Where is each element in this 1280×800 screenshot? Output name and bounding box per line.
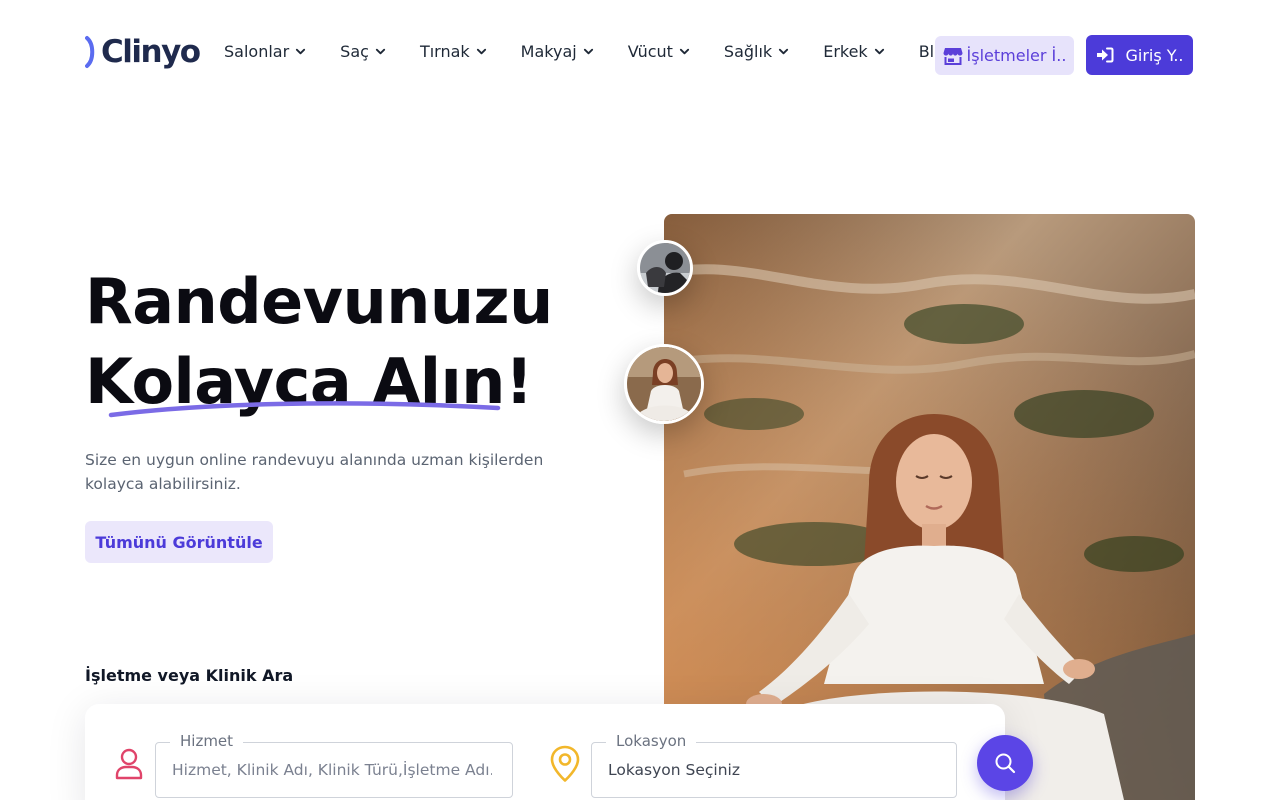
hero-description: Size en uygun online randevuyu alanında … — [85, 451, 544, 493]
chevron-down-icon — [296, 48, 306, 55]
login-button[interactable]: Giriş Y.. — [1086, 35, 1193, 75]
chevron-down-icon — [874, 48, 884, 55]
user-icon — [115, 748, 143, 780]
site-header: Clinyo Salonlar Saç Tırnak Makyaj Vücut … — [0, 0, 1280, 110]
chevron-down-icon — [779, 48, 789, 55]
nav-item-sac[interactable]: Saç — [340, 42, 386, 61]
nav-item-makyaj[interactable]: Makyaj — [521, 42, 594, 61]
location-input[interactable] — [608, 761, 928, 779]
nav-item-label: Vücut — [627, 42, 673, 61]
nav-item-saglik[interactable]: Sağlık — [724, 42, 789, 61]
nav-item-vucut[interactable]: Vücut — [628, 42, 690, 61]
sign-in-icon — [1096, 47, 1113, 63]
nav-item-label: Erkek — [823, 42, 868, 61]
avatar-small-image — [640, 243, 690, 293]
service-input[interactable] — [172, 761, 492, 779]
chevron-down-icon — [476, 48, 486, 55]
service-field-label: Hizmet — [170, 732, 244, 750]
logo-text: Clinyo — [101, 34, 201, 70]
view-all-button[interactable]: Tümünü Görüntüle — [85, 521, 273, 563]
avatar-large — [624, 344, 704, 424]
nav-item-erkek[interactable]: Erkek — [823, 42, 885, 61]
chevron-down-icon — [583, 48, 593, 55]
login-button-label: Giriş Y.. — [1125, 45, 1184, 65]
search-button[interactable] — [977, 735, 1033, 791]
main-nav: Salonlar Saç Tırnak Makyaj Vücut Sağlık … — [224, 42, 954, 61]
service-field[interactable]: Hizmet — [155, 732, 513, 798]
nav-item-label: Makyaj — [520, 42, 577, 61]
nav-item-label: Sağlık — [723, 42, 773, 61]
title-underline-decoration — [108, 401, 501, 418]
logo[interactable]: Clinyo — [85, 34, 201, 70]
nav-item-tirnak[interactable]: Tırnak — [420, 42, 487, 61]
avatar-small — [637, 240, 693, 296]
chevron-down-icon — [679, 48, 690, 55]
hero-title-line1: Randevunuzu — [85, 265, 553, 338]
nav-item-label: Tırnak — [419, 42, 470, 61]
avatar-large-image — [627, 347, 701, 421]
search-icon — [995, 753, 1016, 774]
nav-item-label: Salonlar — [224, 42, 290, 61]
search-heading: İşletme veya Klinik Ara — [85, 666, 294, 685]
store-icon — [943, 47, 963, 65]
nav-item-label: Saç — [340, 42, 369, 61]
chevron-down-icon — [375, 48, 386, 55]
business-button-label: İşletmeler İ.. — [966, 46, 1067, 65]
location-field[interactable]: Lokasyon — [591, 732, 957, 798]
map-pin-icon — [550, 745, 580, 782]
business-button[interactable]: İşletmeler İ.. — [935, 36, 1074, 75]
nav-item-salonlar[interactable]: Salonlar — [224, 42, 306, 61]
location-field-label: Lokasyon — [606, 732, 697, 750]
logo-mark-icon — [85, 36, 95, 68]
